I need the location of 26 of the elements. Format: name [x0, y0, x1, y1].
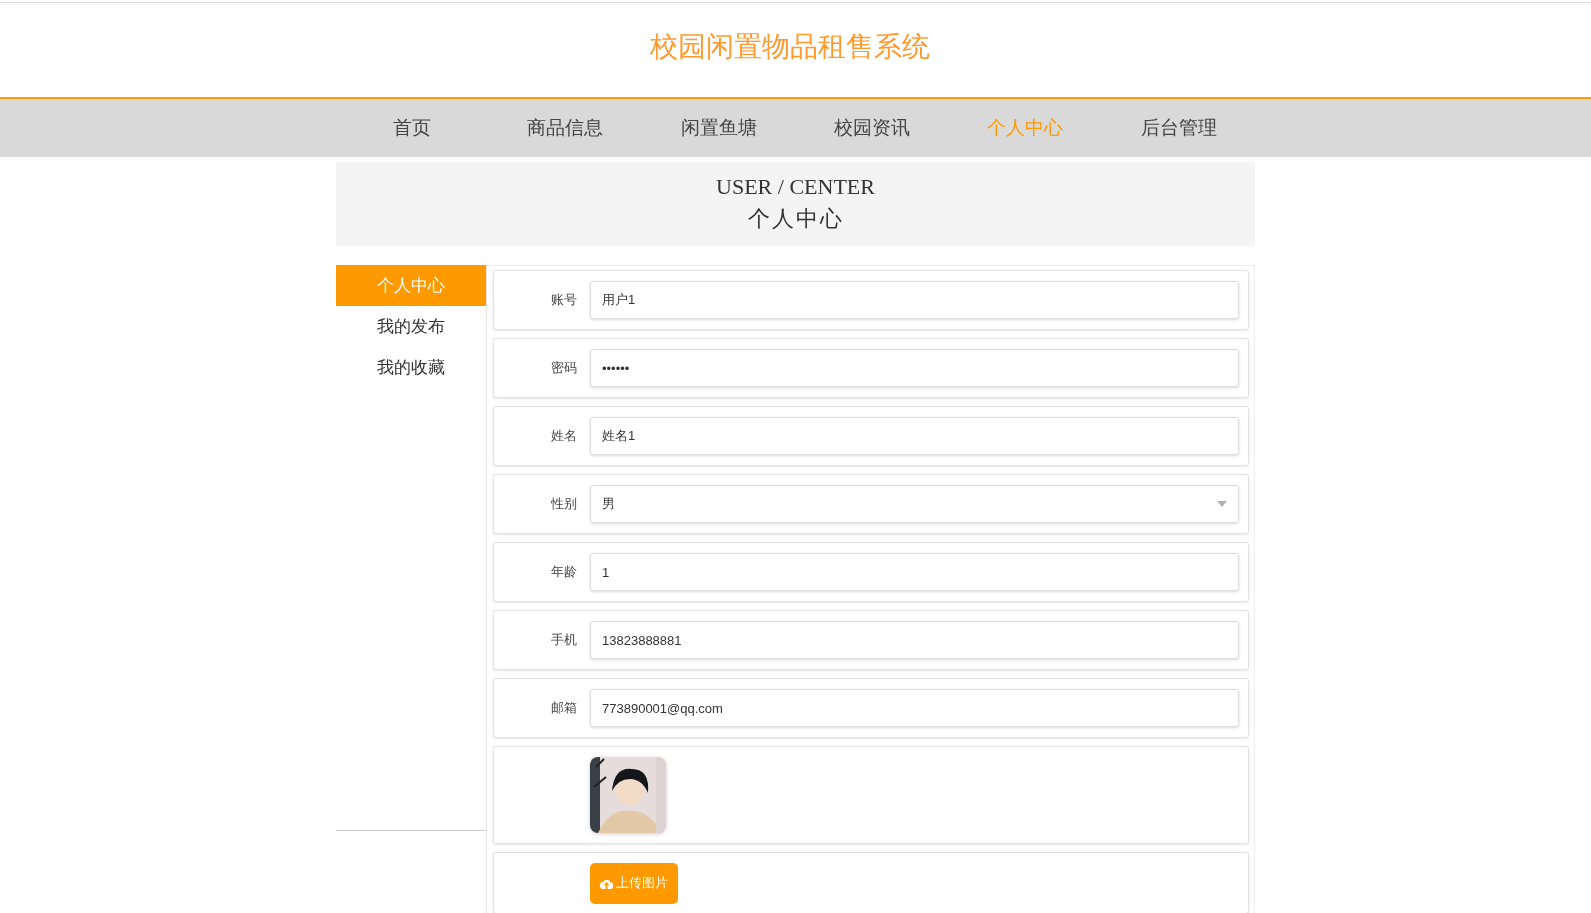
- input-field[interactable]: ••••••: [590, 349, 1239, 387]
- caret-icon: [1217, 501, 1227, 507]
- field-label: 账号: [550, 291, 578, 309]
- field-label: 姓名: [550, 427, 578, 445]
- banner-title: 个人中心: [747, 205, 844, 233]
- select-field[interactable]: 男: [590, 485, 1239, 523]
- input-field[interactable]: 1: [590, 553, 1239, 591]
- field-label: 密码: [550, 359, 578, 377]
- nav-link[interactable]: 商品信息: [488, 99, 643, 157]
- field-label: 手机: [550, 631, 578, 649]
- field-label: 邮箱: [550, 699, 578, 717]
- input-field[interactable]: 13823888881: [590, 621, 1239, 659]
- field-label: 性别: [550, 495, 578, 513]
- nav-link[interactable]: 后台管理: [1102, 99, 1256, 157]
- site-title: 校园闲置物品租售系统: [649, 30, 930, 64]
- nav-link[interactable]: 首页: [335, 99, 489, 157]
- field-label: 年龄: [550, 563, 578, 581]
- sidebar-item[interactable]: 我的发布: [336, 306, 486, 347]
- input-field[interactable]: 姓名1: [590, 417, 1239, 455]
- nav-link[interactable]: 闲置鱼塘: [642, 99, 796, 157]
- upload-icon: [600, 877, 613, 889]
- nav-link[interactable]: 校园资讯: [795, 99, 949, 157]
- banner-title-en: USER / CENTER: [716, 174, 875, 200]
- input-field[interactable]: 用户1: [590, 281, 1239, 319]
- sidebar-item[interactable]: 我的收藏: [336, 347, 486, 388]
- input-field[interactable]: 773890001@qq.com: [590, 689, 1239, 727]
